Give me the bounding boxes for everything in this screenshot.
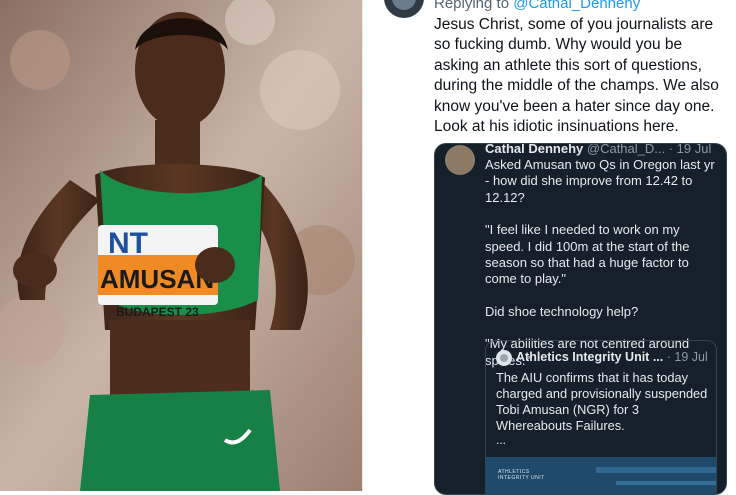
athlete-photo[interactable]: NT AMUSAN BUDAPEST 23: [0, 0, 362, 491]
nested-media-image[interactable]: ATHLETICS INTEGRITY UNIT: [486, 457, 716, 494]
nested-header: Athletics Integrity Unit ... · 19 Jul: [516, 350, 708, 364]
replying-to-label: Replying to: [434, 0, 510, 12]
athlete-illustration: NT AMUSAN BUDAPEST 23: [0, 0, 362, 491]
quote-paragraph: Did shoe technology help?: [485, 303, 639, 319]
bib-city-text: BUDAPEST 23: [116, 305, 199, 319]
quote-paragraph: "I feel like I needed to work on my spee…: [485, 222, 690, 287]
aiu-avatar-icon[interactable]: [496, 350, 512, 366]
replying-to-handle-link[interactable]: @Cathal_Dennehy: [513, 0, 640, 12]
nested-more: ...: [496, 433, 507, 447]
nested-body: The AIU confirms that it has today charg…: [496, 370, 708, 433]
nested-date[interactable]: · 19 Jul: [667, 350, 708, 364]
bib-top-text: NT: [108, 227, 148, 260]
avatar[interactable]: [384, 0, 424, 18]
quoted-tweet-card[interactable]: Cathal Dennehy @Cathal_D... · 19 Jul Ask…: [434, 143, 727, 495]
quote-date[interactable]: · 19 Jul: [669, 144, 712, 156]
replying-to-line: Replying to @Cathal_Dennehy: [434, 0, 640, 12]
quote-author-avatar[interactable]: [445, 145, 475, 175]
divider: [362, 0, 363, 491]
quote-paragraph: Asked Amusan two Qs in Oregon last yr - …: [485, 157, 715, 205]
tweet-text: Jesus Christ, some of you journalists ar…: [434, 16, 719, 136]
aiu-logo-text: ATHLETICS INTEGRITY UNIT: [498, 469, 545, 481]
quote-header: Cathal Dennehy @Cathal_D... · 19 Jul: [485, 144, 712, 156]
quote-author-handle[interactable]: @Cathal_D...: [587, 144, 665, 156]
nested-author-name[interactable]: Athletics Integrity Unit ...: [516, 350, 663, 364]
quote-author-name[interactable]: Cathal Dennehy: [485, 144, 583, 156]
nested-quoted-tweet[interactable]: Athletics Integrity Unit ... · 19 Jul Th…: [485, 340, 717, 494]
